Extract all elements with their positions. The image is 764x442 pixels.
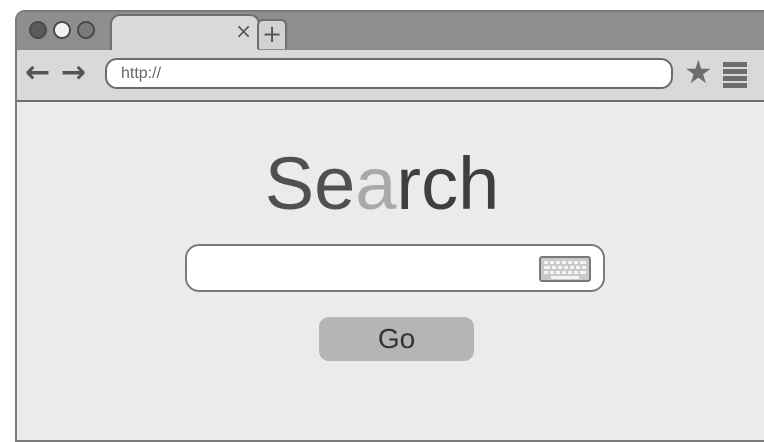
title-part-1: Se [264,142,356,225]
window-close-dot[interactable] [29,21,47,39]
title-part-2: a [355,142,397,225]
star-icon[interactable]: ★ [684,56,713,88]
page-content: Search Go [17,102,764,440]
keyboard-icon[interactable] [539,256,591,282]
go-button[interactable]: Go [319,317,474,361]
forward-arrow-icon[interactable]: → [61,58,86,88]
back-arrow-icon[interactable]: ← [25,58,50,88]
tab-bar: × + [17,12,764,52]
window-maximize-dot[interactable] [77,21,95,39]
close-icon[interactable]: × [235,20,252,42]
browser-window: × + ← → http:// ★ Search Go [15,10,764,442]
menu-line [723,62,747,67]
address-bar[interactable]: http:// [105,58,673,89]
menu-line [723,76,747,81]
menu-icon[interactable] [723,62,747,88]
new-tab-icon[interactable]: + [257,19,287,49]
page-title: Search [17,142,747,226]
browser-tab[interactable]: × [110,14,260,50]
search-input[interactable] [185,244,605,292]
menu-line [723,83,747,88]
menu-line [723,69,747,74]
toolbar: ← → http:// ★ [17,50,764,102]
title-part-3: rch [396,142,500,225]
window-minimize-dot[interactable] [53,21,71,39]
